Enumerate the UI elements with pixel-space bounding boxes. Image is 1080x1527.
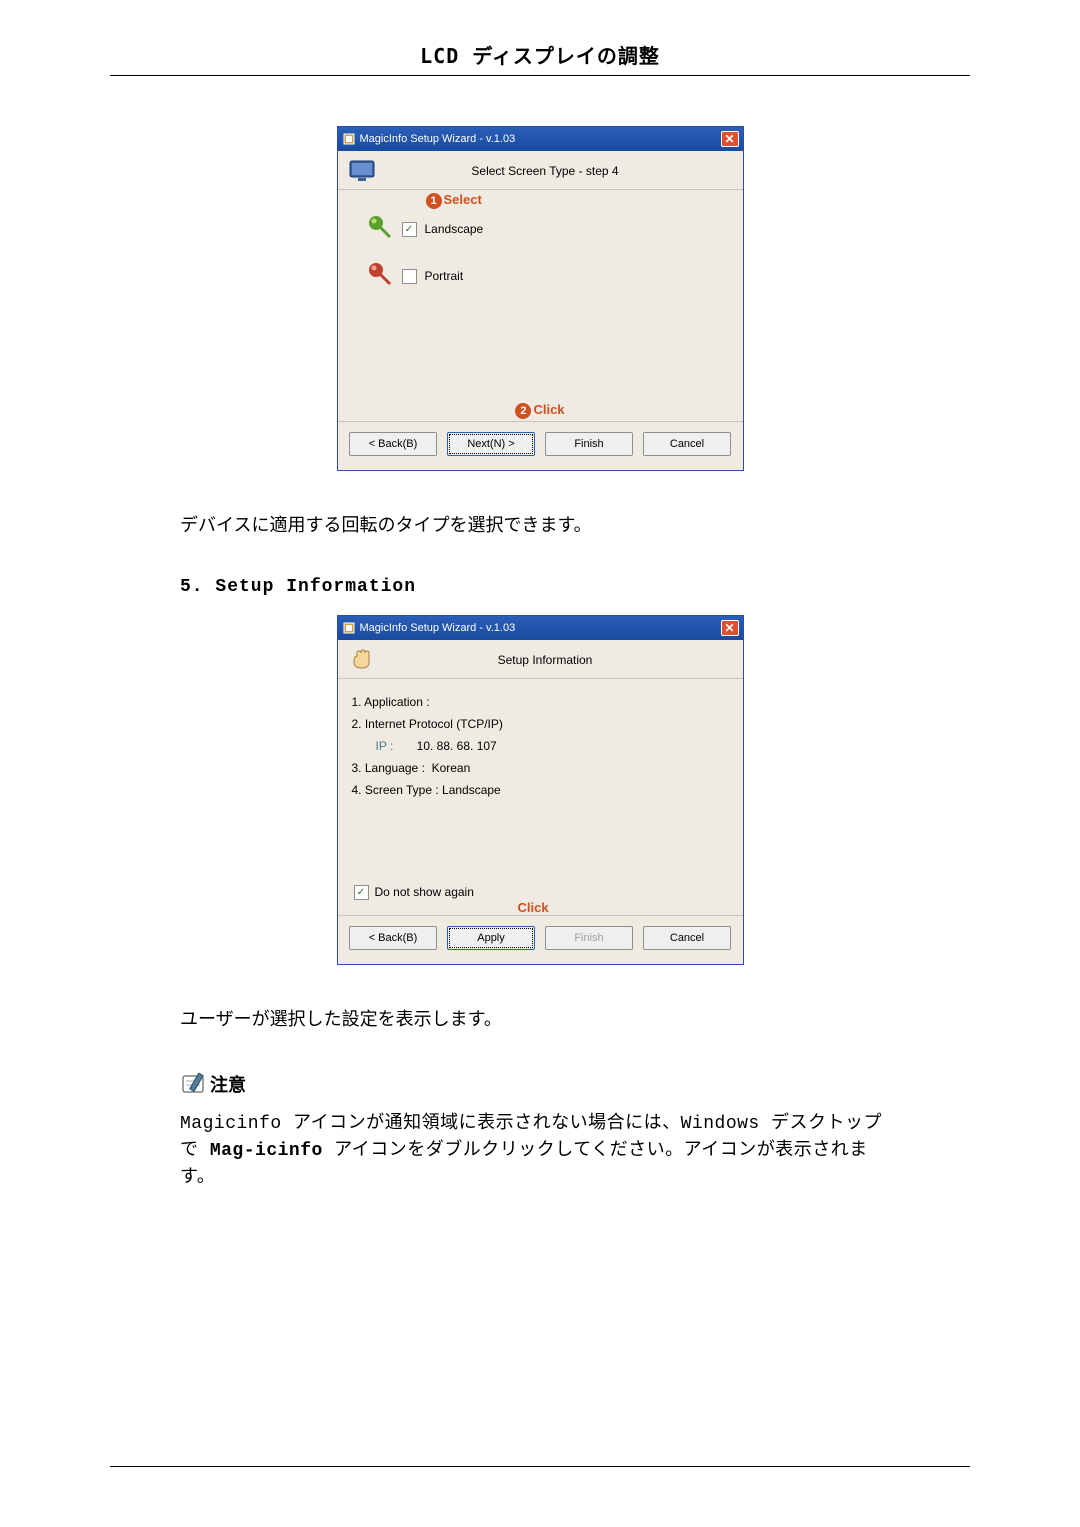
step-title: Select Screen Type - step 4 bbox=[388, 164, 733, 178]
info-ip: IP : 10. 88. 68. 107 bbox=[376, 739, 743, 753]
donotshow-checkbox[interactable]: ✓ bbox=[354, 885, 369, 900]
step-title: Setup Information bbox=[388, 653, 733, 667]
donotshow-label: Do not show again bbox=[375, 885, 474, 899]
info-language: 3. Language : Korean bbox=[352, 761, 743, 775]
back-button[interactable]: < Back(B) bbox=[349, 926, 437, 950]
monitor-icon bbox=[348, 159, 376, 183]
click-annotation: 2Click bbox=[338, 402, 743, 419]
dialog-title: MagicInfo Setup Wizard - v.1.03 bbox=[360, 133, 516, 145]
showsettings-description: ユーザーが選択した設定を表示します。 bbox=[180, 1005, 970, 1031]
apply-button[interactable]: Apply bbox=[447, 926, 535, 950]
wizard-dialog-step4: MagicInfo Setup Wizard - v.1.03 ✕ Select… bbox=[337, 126, 744, 471]
dialog-titlebar: MagicInfo Setup Wizard - v.1.03 ✕ bbox=[338, 616, 743, 640]
cancel-button[interactable]: Cancel bbox=[643, 926, 731, 950]
info-application: 1. Application : bbox=[352, 695, 743, 709]
portrait-label: Portrait bbox=[425, 269, 464, 283]
thumbtack-green-icon bbox=[368, 215, 394, 244]
note-body: Magicinfo アイコンが通知領域に表示されない場合には、Windows デ… bbox=[180, 1111, 900, 1192]
app-icon bbox=[342, 132, 356, 146]
note-heading: 注意 bbox=[210, 1071, 246, 1097]
info-tcpip: 2. Internet Protocol (TCP/IP) bbox=[352, 717, 743, 731]
cancel-button[interactable]: Cancel bbox=[643, 432, 731, 456]
info-screentype: 4. Screen Type : Landscape bbox=[352, 783, 743, 797]
landscape-checkbox[interactable]: ✓ bbox=[402, 222, 417, 237]
select-annotation: 1Select bbox=[426, 192, 713, 209]
close-button[interactable]: ✕ bbox=[721, 620, 739, 636]
thumbtack-red-icon bbox=[368, 262, 394, 291]
footer-rule bbox=[110, 1466, 970, 1467]
hand-icon bbox=[348, 648, 376, 672]
note-pencil-icon bbox=[180, 1071, 206, 1097]
landscape-label: Landscape bbox=[425, 222, 484, 236]
section-5-heading: 5. Setup Information bbox=[180, 577, 970, 597]
portrait-checkbox[interactable] bbox=[402, 269, 417, 284]
rotation-description: デバイスに適用する回転のタイプを選択できます。 bbox=[180, 511, 970, 537]
dialog-title: MagicInfo Setup Wizard - v.1.03 bbox=[360, 622, 516, 634]
finish-button[interactable]: Finish bbox=[545, 432, 633, 456]
click-annotation: Click bbox=[518, 900, 743, 915]
option-landscape[interactable]: ✓ Landscape bbox=[368, 215, 713, 244]
finish-button: Finish bbox=[545, 926, 633, 950]
page-title: LCD ディスプレイの調整 bbox=[110, 40, 970, 76]
app-icon bbox=[342, 621, 356, 635]
back-button[interactable]: < Back(B) bbox=[349, 432, 437, 456]
wizard-dialog-setupinfo: MagicInfo Setup Wizard - v.1.03 ✕ Setup … bbox=[337, 615, 744, 965]
close-button[interactable]: ✕ bbox=[721, 131, 739, 147]
dialog-titlebar: MagicInfo Setup Wizard - v.1.03 ✕ bbox=[338, 127, 743, 151]
next-button[interactable]: Next(N) > bbox=[447, 432, 535, 456]
option-portrait[interactable]: Portrait bbox=[368, 262, 713, 291]
